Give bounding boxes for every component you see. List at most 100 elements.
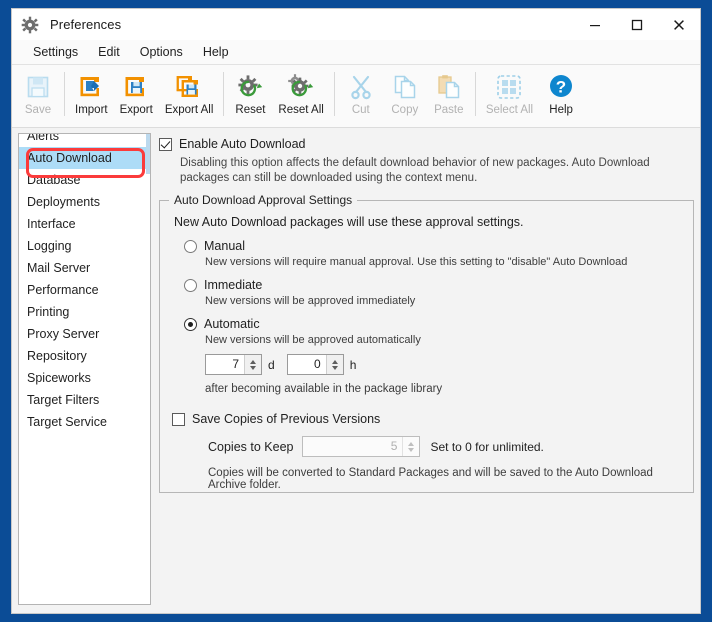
- toolbar-copy-button[interactable]: Copy: [383, 68, 427, 122]
- toolbar-separator: [223, 72, 225, 116]
- approval-option-manual[interactable]: Manual: [172, 239, 681, 253]
- export-all-icon: [174, 72, 204, 102]
- menu-options[interactable]: Options: [131, 42, 192, 62]
- chevron-down-icon[interactable]: [250, 365, 256, 370]
- toolbar-save-button[interactable]: Save: [16, 68, 60, 122]
- sidebar-item-logging[interactable]: Logging: [19, 235, 150, 257]
- settings-category-items: Alerts Auto Download Database Deployment…: [19, 134, 150, 433]
- delay-hours-stepper-buttons[interactable]: [325, 355, 343, 374]
- sidebar-item-target-filters[interactable]: Target Filters: [19, 389, 150, 411]
- toolbar-copy-label: Copy: [391, 104, 419, 116]
- toolbar: Save Import Export Export All Reset Rese…: [12, 65, 700, 128]
- automatic-radio[interactable]: [184, 317, 197, 331]
- chevron-down-icon[interactable]: [331, 365, 338, 370]
- toolbar-select-all-button[interactable]: Select All: [480, 68, 539, 122]
- application-window: Preferences Settings Edit Options Help S…: [0, 0, 712, 622]
- toolbar-help-label: Help: [549, 104, 573, 116]
- sidebar-item-performance[interactable]: Performance: [19, 279, 150, 301]
- chevron-up-icon[interactable]: [250, 359, 256, 364]
- toolbar-reset-label: Reset: [235, 104, 266, 116]
- delay-days-value[interactable]: 7: [206, 355, 244, 374]
- sidebar-item-mail-server[interactable]: Mail Server: [19, 257, 150, 279]
- copies-to-keep-stepper-buttons[interactable]: [402, 437, 420, 456]
- sidebar-item-alerts[interactable]: Alerts: [19, 134, 150, 147]
- gear-icon: [21, 16, 39, 34]
- settings-detail-pane: Enable Auto Download Disabling this opti…: [151, 128, 700, 613]
- sidebar-item-repository[interactable]: Repository: [19, 345, 150, 367]
- toolbar-import-button[interactable]: Import: [69, 68, 114, 122]
- export-icon: [121, 72, 151, 102]
- toolbar-select-all-label: Select All: [485, 104, 534, 116]
- copies-to-keep-label: Copies to Keep: [208, 439, 294, 454]
- approval-option-immediate[interactable]: Immediate: [172, 278, 681, 292]
- close-button[interactable]: [658, 9, 700, 40]
- sidebar-item-auto-download[interactable]: Auto Download: [19, 147, 150, 169]
- toolbar-reset-button[interactable]: Reset: [228, 68, 272, 122]
- toolbar-export-button[interactable]: Export: [114, 68, 159, 122]
- toolbar-reset-all-button[interactable]: Reset All: [272, 68, 329, 122]
- toolbar-export-label: Export: [119, 104, 153, 116]
- enable-auto-download-checkbox[interactable]: [159, 138, 172, 151]
- sidebar-item-spiceworks[interactable]: Spiceworks: [19, 367, 150, 389]
- toolbar-cut-button[interactable]: Cut: [339, 68, 383, 122]
- save-copies-label: Save Copies of Previous Versions: [192, 412, 381, 426]
- enable-auto-download-label: Enable Auto Download: [179, 137, 306, 151]
- delay-hours-value[interactable]: 0: [288, 355, 326, 374]
- toolbar-separator: [333, 72, 335, 116]
- maximize-button[interactable]: [616, 9, 658, 40]
- copy-pages-icon: [390, 72, 420, 102]
- sidebar-item-target-service[interactable]: Target Service: [19, 411, 150, 433]
- approval-delay-row: 7 d 0 h: [205, 354, 681, 375]
- delay-hours-stepper[interactable]: 0: [286, 354, 344, 375]
- sidebar-scrollbar[interactable]: [146, 134, 150, 604]
- save-copies-row[interactable]: Save Copies of Previous Versions: [172, 411, 681, 427]
- manual-description: New versions will require manual approva…: [205, 256, 628, 268]
- chevron-up-icon[interactable]: [331, 359, 338, 364]
- toolbar-separator: [474, 72, 476, 116]
- copies-to-keep-value[interactable]: 5: [303, 437, 402, 456]
- import-icon: [76, 72, 106, 102]
- delay-after-note: after becoming available in the package …: [205, 383, 443, 395]
- save-copies-checkbox[interactable]: [172, 413, 185, 426]
- toolbar-export-all-label: Export All: [164, 104, 214, 116]
- sidebar-item-proxy-server[interactable]: Proxy Server: [19, 323, 150, 345]
- sidebar-item-database[interactable]: Database: [19, 169, 150, 191]
- toolbar-export-all-button[interactable]: Export All: [159, 68, 220, 122]
- save-copies-footer-note: Copies will be converted to Standard Pac…: [208, 467, 653, 491]
- toolbar-help-button[interactable]: ? Help: [539, 68, 583, 122]
- manual-radio-label: Manual: [204, 239, 245, 253]
- enable-auto-download-row[interactable]: Enable Auto Download: [159, 136, 694, 152]
- chevron-down-icon[interactable]: [408, 447, 415, 452]
- sidebar-item-deployments[interactable]: Deployments: [19, 191, 150, 213]
- delay-days-stepper[interactable]: 7: [205, 354, 262, 375]
- approval-settings-intro: New Auto Download packages will use thes…: [174, 215, 524, 229]
- toolbar-import-label: Import: [75, 104, 108, 116]
- scissors-icon: [346, 72, 376, 102]
- approval-option-automatic[interactable]: Automatic: [172, 317, 681, 331]
- sidebar-scrollbar-thumb[interactable]: [146, 134, 150, 174]
- sidebar-item-printing[interactable]: Printing: [19, 301, 150, 323]
- menu-settings[interactable]: Settings: [24, 42, 87, 62]
- menu-edit[interactable]: Edit: [89, 42, 129, 62]
- chevron-up-icon[interactable]: [408, 441, 415, 446]
- immediate-radio[interactable]: [184, 278, 197, 292]
- copies-to-keep-stepper[interactable]: 5: [302, 436, 421, 457]
- select-all-icon: [494, 72, 524, 102]
- approval-settings-group-title: Auto Download Approval Settings: [169, 193, 358, 207]
- approval-settings-group: Auto Download Approval Settings New Auto…: [159, 193, 694, 493]
- help-question-icon: ?: [546, 72, 576, 102]
- manual-radio[interactable]: [184, 239, 197, 253]
- sidebar-item-interface[interactable]: Interface: [19, 213, 150, 235]
- automatic-description: New versions will be approved automatica…: [205, 334, 421, 346]
- minimize-button[interactable]: [574, 9, 616, 40]
- settings-category-list[interactable]: Alerts Auto Download Database Deployment…: [18, 133, 151, 605]
- window-title: Preferences: [50, 17, 122, 32]
- delay-days-stepper-buttons[interactable]: [244, 355, 261, 374]
- menu-help[interactable]: Help: [194, 42, 238, 62]
- content-area: Alerts Auto Download Database Deployment…: [12, 128, 700, 613]
- enable-auto-download-description: Disabling this option affects the defaul…: [180, 157, 650, 184]
- toolbar-paste-button[interactable]: Paste: [427, 68, 471, 122]
- window-frame: Preferences Settings Edit Options Help S…: [11, 8, 701, 614]
- save-disk-icon: [23, 72, 53, 102]
